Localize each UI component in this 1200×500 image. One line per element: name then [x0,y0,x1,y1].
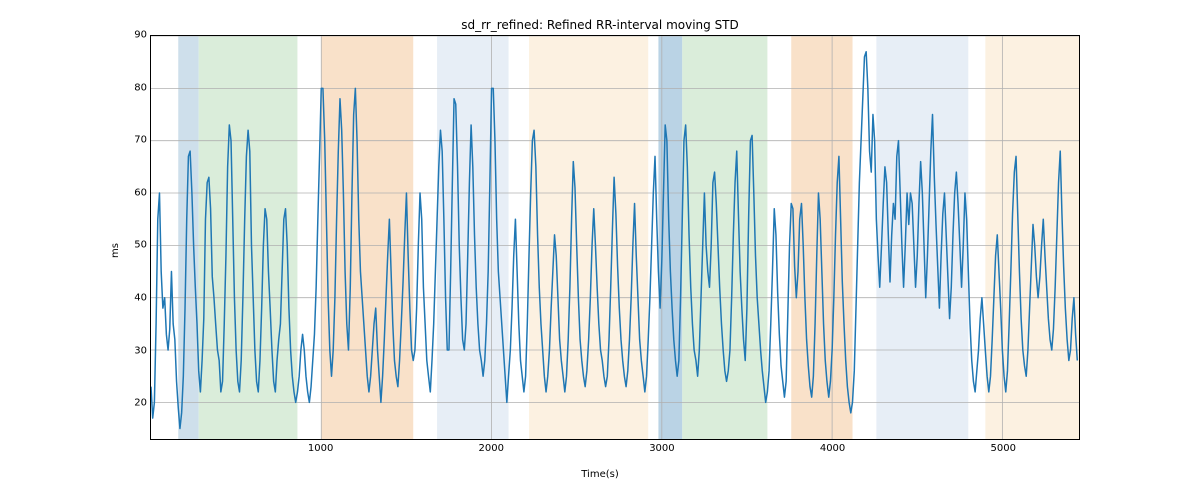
y-tick-label: 60 [117,187,147,198]
plot-area [150,35,1080,440]
y-tick-label: 30 [117,345,147,356]
x-tick-label: 5000 [990,443,1015,454]
x-tick-label: 3000 [649,443,674,454]
x-tick-label: 2000 [479,443,504,454]
y-tick-label: 40 [117,292,147,303]
figure: sd_rr_refined: Refined RR-interval movin… [0,0,1200,500]
y-tick-label: 50 [117,240,147,251]
y-tick-label: 70 [117,135,147,146]
y-tick-label: 80 [117,82,147,93]
y-tick-label: 20 [117,398,147,409]
x-tick-label: 1000 [308,443,333,454]
x-tick-label: 4000 [820,443,845,454]
data-line [151,36,1079,439]
chart-title: sd_rr_refined: Refined RR-interval movin… [0,18,1200,32]
x-axis-label: Time(s) [0,469,1200,480]
y-tick-label: 90 [117,30,147,41]
